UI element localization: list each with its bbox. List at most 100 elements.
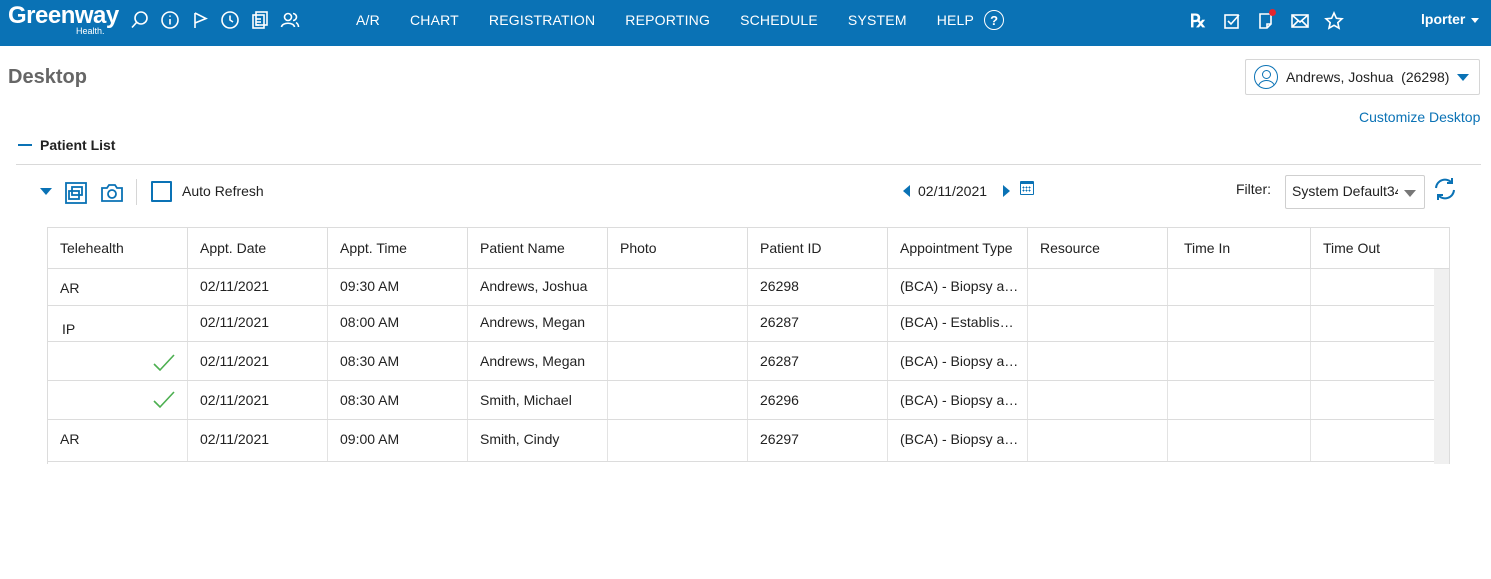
- camera-icon[interactable]: [99, 180, 125, 206]
- patient-avatar-icon: [1254, 65, 1278, 89]
- cell-photo: [608, 306, 748, 341]
- users-icon[interactable]: [278, 8, 302, 32]
- open-window-icon[interactable]: [63, 180, 89, 206]
- main-menu: A/R CHART REGISTRATION REPORTING SCHEDUL…: [341, 0, 1005, 40]
- cell-telehealth: IP: [48, 306, 188, 341]
- cell-patient-name: Smith, Michael: [468, 381, 608, 419]
- favorites-star-icon[interactable]: [1322, 9, 1346, 33]
- cell-patient-id: 26297: [748, 420, 888, 461]
- filter-select[interactable]: System Default34: [1285, 175, 1425, 209]
- cell-resource: [1028, 381, 1168, 419]
- table-row[interactable]: AR 02/11/2021 09:00 AM Smith, Cindy 2629…: [48, 420, 1434, 462]
- menu-schedule[interactable]: SCHEDULE: [725, 12, 833, 28]
- patient-id: 26287: [760, 314, 799, 330]
- column-header-appt-time[interactable]: Appt. Time: [328, 228, 468, 268]
- cell-time-out: [1311, 306, 1434, 341]
- clock-icon[interactable]: [218, 8, 242, 32]
- cell-patient-name: Smith, Cindy: [468, 420, 608, 461]
- table-row[interactable]: 02/11/2021 08:30 AM Smith, Michael 26296…: [48, 381, 1434, 420]
- user-menu[interactable]: lporter: [1421, 11, 1480, 27]
- appointment-type: (BCA) - Biopsy a…: [900, 278, 1019, 294]
- next-date-arrow-icon[interactable]: [1003, 185, 1010, 197]
- cell-photo: [608, 269, 748, 305]
- cell-appointment-type: (BCA) - Establis…: [888, 306, 1028, 341]
- info-icon[interactable]: [158, 8, 182, 32]
- greenway-logo[interactable]: Greenway Health.: [8, 2, 120, 42]
- calendar-icon[interactable]: [1020, 181, 1034, 195]
- column-header-appt-date[interactable]: Appt. Date: [188, 228, 328, 268]
- patient-id: 26298: [760, 278, 799, 294]
- column-header-time-out[interactable]: Time Out: [1311, 228, 1449, 268]
- previous-date-arrow-icon[interactable]: [903, 185, 910, 197]
- checkmark-icon: [152, 353, 176, 376]
- cell-appt-date: 02/11/2021: [188, 269, 328, 305]
- cell-resource: [1028, 342, 1168, 380]
- appt-time: 09:30 AM: [340, 278, 400, 294]
- cell-resource: [1028, 420, 1168, 461]
- patient-selector[interactable]: Andrews, Joshua (26298): [1245, 59, 1480, 95]
- appointment-type: (BCA) - Biopsy a…: [900, 392, 1019, 408]
- collapse-dash-icon: [18, 144, 32, 146]
- search-icon[interactable]: [128, 8, 152, 32]
- patient-list-header[interactable]: Patient List: [18, 137, 115, 153]
- toolbar-expand-caret-icon[interactable]: [40, 188, 52, 195]
- appointment-type: (BCA) - Biopsy a…: [900, 353, 1019, 369]
- filter-label: Filter:: [1236, 181, 1271, 197]
- menu-reporting[interactable]: REPORTING: [610, 12, 725, 28]
- chevron-down-icon: [1457, 74, 1469, 81]
- menu-ar[interactable]: A/R: [341, 12, 395, 28]
- cell-telehealth: [48, 342, 188, 380]
- chevron-down-icon: [1471, 17, 1480, 23]
- menu-help[interactable]: HELP: [922, 12, 982, 28]
- vertical-scrollbar[interactable]: [1434, 269, 1449, 464]
- table-row[interactable]: IP 02/11/2021 08:00 AM Andrews, Megan 26…: [48, 306, 1434, 342]
- patient-name: Smith, Michael: [480, 392, 572, 408]
- table-row[interactable]: 02/11/2021 08:30 AM Andrews, Megan 26287…: [48, 342, 1434, 381]
- column-header-patient-id[interactable]: Patient ID: [748, 228, 888, 268]
- notes-icon[interactable]: [1254, 9, 1278, 33]
- cell-appt-date: 02/11/2021: [188, 420, 328, 461]
- column-header-photo[interactable]: Photo: [608, 228, 748, 268]
- cell-patient-name: Andrews, Joshua: [468, 269, 608, 305]
- column-header-time-in[interactable]: Time In: [1168, 228, 1311, 268]
- patient-id: 26297: [760, 431, 799, 447]
- cell-photo: [608, 420, 748, 461]
- help-circle-icon[interactable]: ?: [984, 10, 1005, 30]
- cell-appt-time: 08:30 AM: [328, 342, 468, 380]
- cell-appointment-type: (BCA) - Biopsy a…: [888, 381, 1028, 419]
- telehealth-status: AR: [60, 280, 80, 296]
- prescription-icon[interactable]: ℞: [1186, 9, 1210, 33]
- column-header-telehealth[interactable]: Telehealth: [48, 228, 188, 268]
- auto-refresh-checkbox[interactable]: [151, 181, 172, 202]
- mail-icon[interactable]: [1288, 9, 1312, 33]
- refresh-icon[interactable]: [1431, 175, 1459, 203]
- column-header-resource[interactable]: Resource: [1028, 228, 1168, 268]
- menu-system[interactable]: SYSTEM: [833, 12, 922, 28]
- cell-appt-time: 09:30 AM: [328, 269, 468, 305]
- cell-time-in: [1168, 306, 1311, 341]
- cell-resource: [1028, 269, 1168, 305]
- cell-time-in: [1168, 342, 1311, 380]
- cell-appt-time: 09:00 AM: [328, 420, 468, 461]
- cell-patient-name: Andrews, Megan: [468, 306, 608, 341]
- menu-registration[interactable]: REGISTRATION: [474, 12, 610, 28]
- column-header-appointment-type[interactable]: Appointment Type: [888, 228, 1028, 268]
- flag-icon[interactable]: [188, 8, 212, 32]
- grid-header-row: Telehealth Appt. Date Appt. Time Patient…: [48, 228, 1449, 269]
- table-row[interactable]: AR 02/11/2021 09:30 AM Andrews, Joshua 2…: [48, 269, 1434, 306]
- appt-date: 02/11/2021: [200, 314, 270, 330]
- telehealth-status: AR: [60, 431, 80, 447]
- appt-date: 02/11/2021: [200, 353, 270, 369]
- auto-refresh-label: Auto Refresh: [182, 183, 264, 199]
- menu-chart[interactable]: CHART: [395, 12, 474, 28]
- prescription-glyph: ℞: [1189, 10, 1207, 31]
- customize-desktop-link[interactable]: Customize Desktop: [1359, 109, 1480, 125]
- tasks-checkbox-icon[interactable]: [1220, 9, 1244, 33]
- documents-icon[interactable]: [248, 8, 272, 32]
- cell-appt-date: 02/11/2021: [188, 381, 328, 419]
- patient-name: Andrews, Megan: [480, 314, 586, 330]
- cell-resource: [1028, 306, 1168, 341]
- quick-tools: [128, 8, 302, 32]
- column-header-patient-name[interactable]: Patient Name: [468, 228, 608, 268]
- patient-name: Andrews, Joshua: [480, 278, 588, 294]
